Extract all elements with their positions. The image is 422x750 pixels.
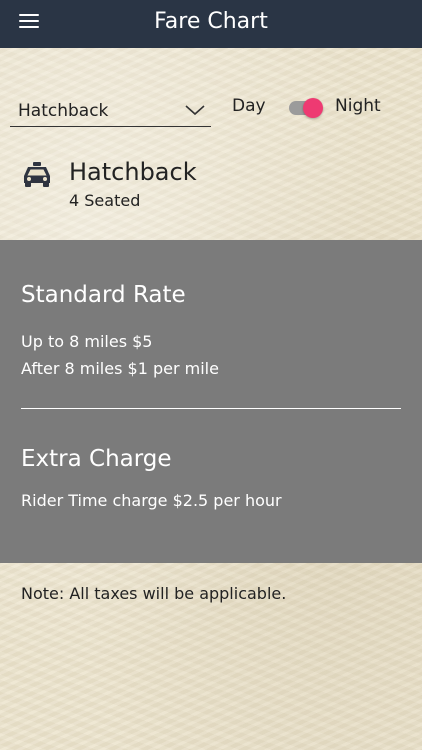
standard-rate-line: Up to 8 miles $5	[21, 332, 153, 351]
fare-details-panel: Standard Rate Up to 8 miles $5 After 8 m…	[0, 240, 422, 563]
day-label: Day	[232, 96, 266, 116]
extra-charge-heading: Extra Charge	[21, 446, 172, 472]
tax-note: Note: All taxes will be applicable.	[21, 584, 287, 603]
section-divider	[21, 408, 401, 409]
vehicle-seats: 4 Seated	[69, 191, 141, 210]
app-header: Fare Chart	[0, 0, 422, 48]
chevron-down-icon	[185, 105, 205, 116]
day-night-toggle[interactable]	[289, 97, 323, 118]
standard-rate-heading: Standard Rate	[21, 282, 186, 308]
standard-rate-line: After 8 miles $1 per mile	[21, 359, 219, 378]
page-title: Fare Chart	[154, 9, 268, 34]
vehicle-type-dropdown[interactable]: Hatchback	[10, 96, 211, 127]
vehicle-name: Hatchback	[69, 158, 197, 186]
taxi-icon	[24, 162, 50, 187]
extra-charge-line: Rider Time charge $2.5 per hour	[21, 491, 282, 510]
toggle-knob	[303, 98, 323, 118]
vehicle-type-selected-value: Hatchback	[18, 101, 109, 121]
night-label: Night	[335, 96, 381, 116]
